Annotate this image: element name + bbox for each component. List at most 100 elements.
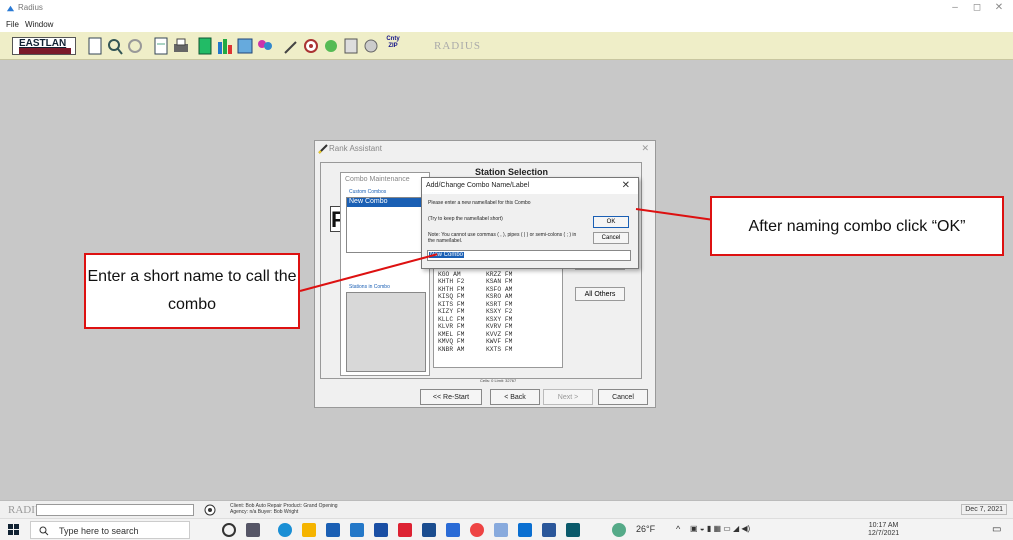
station-row[interactable]: KHTH FM KSFO AM (438, 286, 562, 294)
taskbar-search[interactable]: Type here to search (30, 521, 190, 539)
taskbar: Type here to search 26°F ^ ▣ ◒ ▮ ▦ ▭ ◢ ◀… (0, 518, 1013, 540)
restart-button[interactable]: << Re-Start (420, 389, 482, 405)
station-cell[interactable]: KWVF FM (486, 338, 534, 346)
chart-icon[interactable] (216, 36, 234, 56)
taskbar-search-icon (39, 526, 49, 536)
tray-app-icon[interactable] (612, 523, 626, 537)
station-cell[interactable]: KGO AM (438, 271, 486, 279)
station-row[interactable]: KHTH F2 KSAN FM (438, 278, 562, 286)
radius-taskbar-icon[interactable] (494, 523, 508, 537)
tools-icon[interactable] (362, 36, 380, 56)
back-button[interactable]: < Back (490, 389, 540, 405)
weather-readout[interactable]: 26°F (636, 524, 655, 534)
status-input[interactable] (36, 504, 194, 516)
ok-button[interactable]: OK (593, 216, 629, 228)
notification-icon[interactable]: ▭ (992, 524, 1001, 535)
station-cell[interactable]: KSFO AM (486, 286, 534, 294)
office-icon[interactable] (398, 523, 412, 537)
rank-dialog-close-icon[interactable]: ✕ (641, 143, 649, 154)
system-tray-icons[interactable]: ▣ ◒ ▮ ▦ ▭ ◢ ◀) (690, 524, 750, 533)
station-row[interactable]: KLLC FM KSXY FM (438, 316, 562, 324)
combo-name-input[interactable]: New Combo (427, 250, 631, 261)
report-icon[interactable] (196, 36, 214, 56)
station-row[interactable]: KNBR AM KXTS FM (438, 346, 562, 354)
all-others-button[interactable]: All Others (575, 287, 625, 301)
task-view-icon[interactable] (246, 523, 260, 537)
export-icon[interactable] (342, 36, 360, 56)
station-cell[interactable]: KSXY FM (486, 316, 534, 324)
station-row[interactable]: KMEL FM KVVZ FM (438, 331, 562, 339)
target-icon[interactable] (302, 36, 320, 56)
station-cell[interactable]: KVVZ FM (486, 331, 534, 339)
minimize-button[interactable]: – (948, 2, 962, 13)
close-button[interactable]: ✕ (992, 2, 1006, 13)
stations-in-combo-list[interactable] (346, 292, 426, 372)
menu-file[interactable]: File (6, 20, 19, 29)
file-explorer-icon[interactable] (302, 523, 316, 537)
station-logo-button[interactable]: EASTLAN (12, 37, 76, 55)
station-cell[interactable]: KHTH FM (438, 286, 486, 294)
menu-window[interactable]: Window (25, 20, 53, 29)
edge-icon[interactable] (278, 523, 292, 537)
station-cell[interactable]: KHTH F2 (438, 278, 486, 286)
combo-item-new-combo[interactable]: New Combo (347, 198, 425, 207)
dialog-cancel-button[interactable]: Cancel (593, 232, 629, 244)
station-cell[interactable]: KSRO AM (486, 293, 534, 301)
mail-icon[interactable] (350, 523, 364, 537)
agency-line: Agency: n/a Buyer: Bob Wright (230, 509, 299, 515)
status-date: Dec 7, 2021 (961, 504, 1007, 515)
station-cell[interactable]: KISQ FM (438, 293, 486, 301)
station-row[interactable]: KISQ FM KSRO AM (438, 293, 562, 301)
custom-combos-list[interactable]: New Combo (346, 197, 426, 253)
station-cell[interactable]: KMEL FM (438, 331, 486, 339)
store-icon[interactable] (326, 523, 340, 537)
county-zip-icon[interactable]: Cnty ZIP (384, 36, 402, 56)
station-cell[interactable]: KVRV FM (486, 323, 534, 331)
new-document-icon[interactable] (86, 36, 104, 56)
magnifier-icon[interactable] (204, 504, 216, 516)
station-cell[interactable]: KLVR FM (438, 323, 486, 331)
available-stations-list[interactable]: KURZ FMKKSH FMKGO AMKRZZ FMKHTH F2KSAN F… (433, 262, 563, 368)
cancel-button[interactable]: Cancel (598, 389, 648, 405)
radius-brand: RADIUS (434, 40, 481, 52)
graph-icon[interactable] (236, 36, 254, 56)
station-row[interactable]: KMVQ FM KWVF FM (438, 338, 562, 346)
station-row[interactable]: KIZY FM KSXY F2 (438, 308, 562, 316)
station-cell[interactable]: KSXY F2 (486, 308, 534, 316)
clock[interactable]: 10:17 AM 12/7/2021 (868, 522, 899, 538)
tray-overflow-icon[interactable]: ^ (676, 524, 680, 534)
maximize-button[interactable]: ◻ (970, 2, 984, 13)
print-icon[interactable] (172, 36, 190, 56)
station-cell[interactable]: KSAN FM (486, 278, 534, 286)
station-cell[interactable]: KLLC FM (438, 316, 486, 324)
remote-icon[interactable] (566, 523, 580, 537)
station-row[interactable]: KLVR FM KVRV FM (438, 323, 562, 331)
word-icon[interactable] (542, 523, 556, 537)
station-cell[interactable]: KRZZ FM (486, 271, 534, 279)
station-cell[interactable]: KXTS FM (486, 346, 534, 354)
outlook-icon[interactable] (518, 523, 532, 537)
dropbox-icon[interactable] (422, 523, 436, 537)
station-cell[interactable]: KIZY FM (438, 308, 486, 316)
station-cell[interactable]: KITS FM (438, 301, 486, 309)
open-document-icon[interactable] (152, 36, 170, 56)
globe-icon[interactable] (322, 36, 340, 56)
search-icon[interactable] (106, 36, 124, 56)
cortana-icon[interactable] (222, 523, 236, 537)
pointer-icon[interactable] (282, 36, 300, 56)
station-row[interactable]: KGO AM KRZZ FM (438, 271, 562, 279)
station-cell[interactable]: KNBR AM (438, 346, 486, 354)
refresh-icon[interactable] (126, 36, 144, 56)
app-title: Radius (18, 3, 43, 12)
station-row[interactable]: KITS FM KSRT FM (438, 301, 562, 309)
combo-name-dialog-close-icon[interactable]: ✕ (622, 180, 630, 191)
station-cell[interactable]: KSRT FM (486, 301, 534, 309)
station-cell[interactable]: KMVQ FM (438, 338, 486, 346)
chrome-icon[interactable] (470, 523, 484, 537)
amazon-icon[interactable] (374, 523, 388, 537)
chat-icon[interactable] (446, 523, 460, 537)
windows-start-icon[interactable] (8, 524, 20, 536)
people-icon[interactable] (256, 36, 274, 56)
next-button[interactable]: Next > (543, 389, 593, 405)
client-info: Client: Bob Auto Repair Product: Grand O… (230, 503, 338, 515)
